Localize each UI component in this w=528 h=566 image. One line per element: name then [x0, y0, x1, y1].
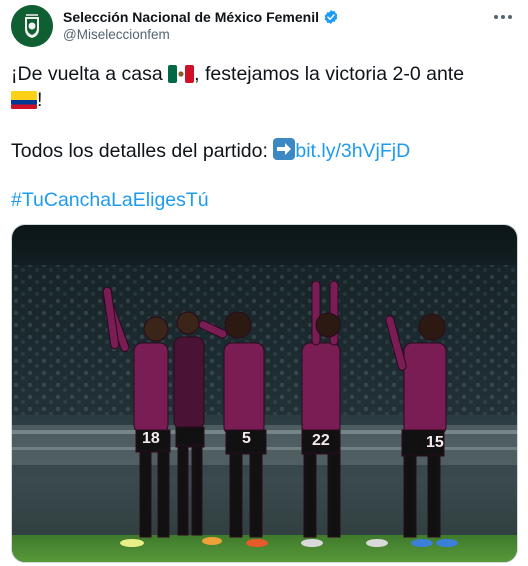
tweet-link[interactable]: bit.ly/3hVjFjD	[295, 140, 410, 162]
display-name[interactable]: Selección Nacional de México Femenil	[63, 9, 319, 25]
tweet-text-segment: ¡De vuelta a casa	[11, 63, 163, 85]
verified-badge-icon	[323, 9, 339, 25]
tweet-text-line-1: ¡De vuelta a casa , festejamos la victor…	[11, 62, 464, 89]
right-arrow-icon	[273, 138, 296, 166]
team-celebration-photo: 18 5 22 15	[12, 225, 517, 562]
avatar[interactable]	[11, 5, 53, 47]
more-options-button[interactable]	[490, 6, 516, 28]
team-crest-icon	[11, 5, 53, 47]
tweet-card[interactable]: Selección Nacional de México Femenil @Mi…	[0, 0, 528, 566]
mexico-flag-icon	[168, 65, 195, 89]
jersey-number: 15	[426, 434, 444, 451]
jersey-number: 18	[142, 430, 160, 447]
colombia-flag-icon	[11, 91, 37, 115]
tweet-photo[interactable]: 18 5 22 15	[11, 224, 518, 563]
tweet-details-line: Todos los detalles del partido: bit.ly/3…	[11, 138, 410, 166]
tweet-text-line-2: !	[11, 88, 42, 115]
tweet-text-segment: !	[37, 89, 43, 111]
author-handle[interactable]: @Miseleccionfem	[63, 27, 170, 42]
details-label: Todos los detalles del partido:	[11, 140, 268, 162]
jersey-number: 22	[312, 432, 330, 449]
more-options-icon	[494, 15, 512, 19]
tweet-hashtag-line: #TuCanchaLaEligesTú	[11, 188, 209, 212]
author-name-row[interactable]: Selección Nacional de México Femenil	[63, 9, 339, 25]
hashtag-link[interactable]: #TuCanchaLaEligesTú	[11, 189, 209, 211]
jersey-number: 5	[242, 430, 251, 447]
tweet-text-segment: , festejamos la victoria 2-0 ante	[194, 63, 465, 85]
